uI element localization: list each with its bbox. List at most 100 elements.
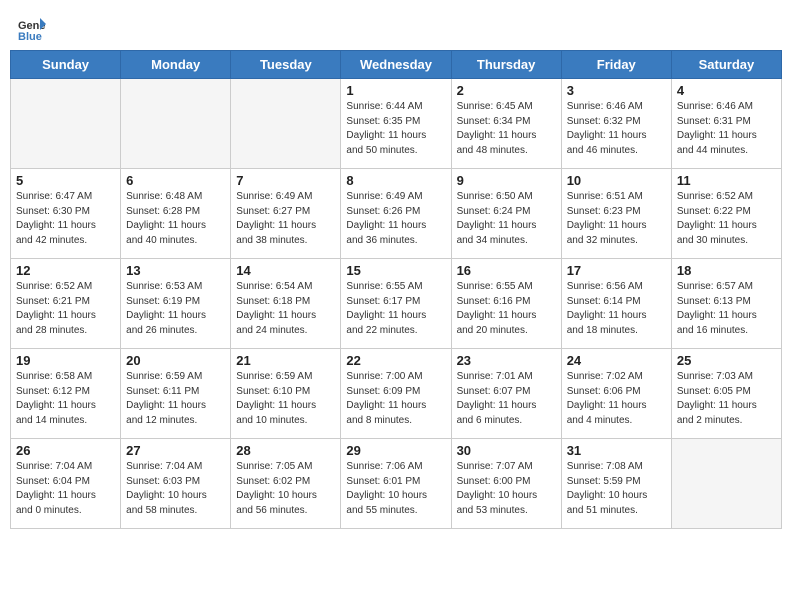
day-info: Sunrise: 6:46 AM Sunset: 6:32 PM Dayligh… [567, 100, 666, 158]
calendar-cell: 24 Sunrise: 7:02 AM Sunset: 6:06 PM Dayli… [561, 349, 671, 439]
calendar-cell: 10 Sunrise: 6:51 AM Sunset: 6:23 PM Dayli… [561, 169, 671, 259]
calendar-cell: 26Sunrise: 7:04 AM Sunset: 6:04 PM Dayli… [11, 439, 121, 529]
day-number: 9 [457, 173, 556, 188]
day-number: 19 [16, 353, 115, 368]
calendar-cell: 23 Sunrise: 7:01 AM Sunset: 6:07 PM Dayli… [451, 349, 561, 439]
day-info: Sunrise: 7:01 AM Sunset: 6:07 PM Dayligh… [457, 370, 556, 428]
day-info: Sunrise: 6:51 AM Sunset: 6:23 PM Dayligh… [567, 190, 666, 248]
col-header-wednesday: Wednesday [341, 51, 451, 79]
calendar-cell: 16 Sunrise: 6:55 AM Sunset: 6:16 PM Dayli… [451, 259, 561, 349]
day-number: 1 [346, 83, 445, 98]
calendar-cell: 1Sunrise: 6:44 AM Sunset: 6:35 PM Daylig… [341, 79, 451, 169]
calendar-cell [671, 439, 781, 529]
calendar-cell: 19 Sunrise: 6:58 AM Sunset: 6:12 PM Dayli… [11, 349, 121, 439]
day-info: Sunrise: 6:59 AM Sunset: 6:10 PM Dayligh… [236, 370, 335, 428]
day-info: Sunrise: 6:53 AM Sunset: 6:19 PM Dayligh… [126, 280, 225, 338]
day-number: 20 [126, 353, 225, 368]
calendar-cell: 13 Sunrise: 6:53 AM Sunset: 6:19 PM Dayli… [121, 259, 231, 349]
col-header-friday: Friday [561, 51, 671, 79]
day-number: 6 [126, 173, 225, 188]
calendar-cell: 15Sunrise: 6:55 AM Sunset: 6:17 PM Dayli… [341, 259, 451, 349]
day-info: Sunrise: 6:59 AM Sunset: 6:11 PM Dayligh… [126, 370, 225, 428]
day-number: 10 [567, 173, 666, 188]
calendar-cell: 9 Sunrise: 6:50 AM Sunset: 6:24 PM Daylig… [451, 169, 561, 259]
day-info: Sunrise: 6:50 AM Sunset: 6:24 PM Dayligh… [457, 190, 556, 248]
calendar-cell: 14 Sunrise: 6:54 AM Sunset: 6:18 PM Dayli… [231, 259, 341, 349]
day-number: 27 [126, 443, 225, 458]
day-info: Sunrise: 6:58 AM Sunset: 6:12 PM Dayligh… [16, 370, 115, 428]
calendar-week-2: 5 Sunrise: 6:47 AM Sunset: 6:30 PM Daylig… [11, 169, 782, 259]
day-info: Sunrise: 7:02 AM Sunset: 6:06 PM Dayligh… [567, 370, 666, 428]
day-info: Sunrise: 6:49 AM Sunset: 6:26 PM Dayligh… [346, 190, 445, 248]
calendar-cell: 27 Sunrise: 7:04 AM Sunset: 6:03 PM Dayli… [121, 439, 231, 529]
day-info: Sunrise: 6:55 AM Sunset: 6:17 PM Dayligh… [346, 280, 445, 338]
day-number: 29 [346, 443, 445, 458]
calendar-cell: 30 Sunrise: 7:07 AM Sunset: 6:00 PM Dayli… [451, 439, 561, 529]
col-header-saturday: Saturday [671, 51, 781, 79]
col-header-monday: Monday [121, 51, 231, 79]
calendar-cell: 12 Sunrise: 6:52 AM Sunset: 6:21 PM Dayli… [11, 259, 121, 349]
calendar-cell: 2 Sunrise: 6:45 AM Sunset: 6:34 PM Daylig… [451, 79, 561, 169]
calendar-cell: 18Sunrise: 6:57 AM Sunset: 6:13 PM Dayli… [671, 259, 781, 349]
day-info: Sunrise: 7:08 AM Sunset: 5:59 PM Dayligh… [567, 460, 666, 518]
day-number: 30 [457, 443, 556, 458]
day-number: 3 [567, 83, 666, 98]
day-info: Sunrise: 7:05 AM Sunset: 6:02 PM Dayligh… [236, 460, 335, 518]
calendar-cell: 17 Sunrise: 6:56 AM Sunset: 6:14 PM Dayli… [561, 259, 671, 349]
day-number: 14 [236, 263, 335, 278]
day-info: Sunrise: 6:56 AM Sunset: 6:14 PM Dayligh… [567, 280, 666, 338]
calendar-cell: 4Sunrise: 6:46 AM Sunset: 6:31 PM Daylig… [671, 79, 781, 169]
day-number: 24 [567, 353, 666, 368]
day-info: Sunrise: 7:06 AM Sunset: 6:01 PM Dayligh… [346, 460, 445, 518]
day-info: Sunrise: 6:47 AM Sunset: 6:30 PM Dayligh… [16, 190, 115, 248]
day-info: Sunrise: 6:45 AM Sunset: 6:34 PM Dayligh… [457, 100, 556, 158]
calendar-cell: 3 Sunrise: 6:46 AM Sunset: 6:32 PM Daylig… [561, 79, 671, 169]
day-number: 23 [457, 353, 556, 368]
day-info: Sunrise: 7:00 AM Sunset: 6:09 PM Dayligh… [346, 370, 445, 428]
col-header-tuesday: Tuesday [231, 51, 341, 79]
day-number: 31 [567, 443, 666, 458]
calendar-week-1: 1Sunrise: 6:44 AM Sunset: 6:35 PM Daylig… [11, 79, 782, 169]
day-info: Sunrise: 7:07 AM Sunset: 6:00 PM Dayligh… [457, 460, 556, 518]
calendar-cell: 22 Sunrise: 7:00 AM Sunset: 6:09 PM Dayli… [341, 349, 451, 439]
day-number: 5 [16, 173, 115, 188]
calendar-cell: 28Sunrise: 7:05 AM Sunset: 6:02 PM Dayli… [231, 439, 341, 529]
day-number: 7 [236, 173, 335, 188]
logo: General Blue [18, 16, 46, 44]
header-row: SundayMondayTuesdayWednesdayThursdayFrid… [11, 51, 782, 79]
calendar-week-4: 19 Sunrise: 6:58 AM Sunset: 6:12 PM Dayli… [11, 349, 782, 439]
day-number: 16 [457, 263, 556, 278]
calendar-cell: 6 Sunrise: 6:48 AM Sunset: 6:28 PM Daylig… [121, 169, 231, 259]
day-info: Sunrise: 6:52 AM Sunset: 6:22 PM Dayligh… [677, 190, 776, 248]
calendar-cell: 31 Sunrise: 7:08 AM Sunset: 5:59 PM Dayli… [561, 439, 671, 529]
day-info: Sunrise: 6:54 AM Sunset: 6:18 PM Dayligh… [236, 280, 335, 338]
day-info: Sunrise: 6:55 AM Sunset: 6:16 PM Dayligh… [457, 280, 556, 338]
day-number: 4 [677, 83, 776, 98]
day-number: 18 [677, 263, 776, 278]
calendar-cell [121, 79, 231, 169]
calendar-cell: 11Sunrise: 6:52 AM Sunset: 6:22 PM Dayli… [671, 169, 781, 259]
day-info: Sunrise: 7:04 AM Sunset: 6:03 PM Dayligh… [126, 460, 225, 518]
calendar-cell: 5 Sunrise: 6:47 AM Sunset: 6:30 PM Daylig… [11, 169, 121, 259]
day-info: Sunrise: 7:04 AM Sunset: 6:04 PM Dayligh… [16, 460, 115, 518]
calendar-week-3: 12 Sunrise: 6:52 AM Sunset: 6:21 PM Dayli… [11, 259, 782, 349]
day-number: 17 [567, 263, 666, 278]
day-number: 8 [346, 173, 445, 188]
calendar-cell [11, 79, 121, 169]
page-header: General Blue [10, 10, 782, 44]
day-info: Sunrise: 6:49 AM Sunset: 6:27 PM Dayligh… [236, 190, 335, 248]
day-info: Sunrise: 6:52 AM Sunset: 6:21 PM Dayligh… [16, 280, 115, 338]
col-header-thursday: Thursday [451, 51, 561, 79]
day-info: Sunrise: 7:03 AM Sunset: 6:05 PM Dayligh… [677, 370, 776, 428]
day-info: Sunrise: 6:48 AM Sunset: 6:28 PM Dayligh… [126, 190, 225, 248]
day-number: 2 [457, 83, 556, 98]
day-number: 12 [16, 263, 115, 278]
day-number: 22 [346, 353, 445, 368]
day-number: 13 [126, 263, 225, 278]
day-number: 21 [236, 353, 335, 368]
logo-icon: General Blue [18, 16, 46, 44]
calendar-table: SundayMondayTuesdayWednesdayThursdayFrid… [10, 50, 782, 529]
svg-text:Blue: Blue [18, 31, 42, 43]
calendar-week-5: 26Sunrise: 7:04 AM Sunset: 6:04 PM Dayli… [11, 439, 782, 529]
calendar-cell: 7 Sunrise: 6:49 AM Sunset: 6:27 PM Daylig… [231, 169, 341, 259]
